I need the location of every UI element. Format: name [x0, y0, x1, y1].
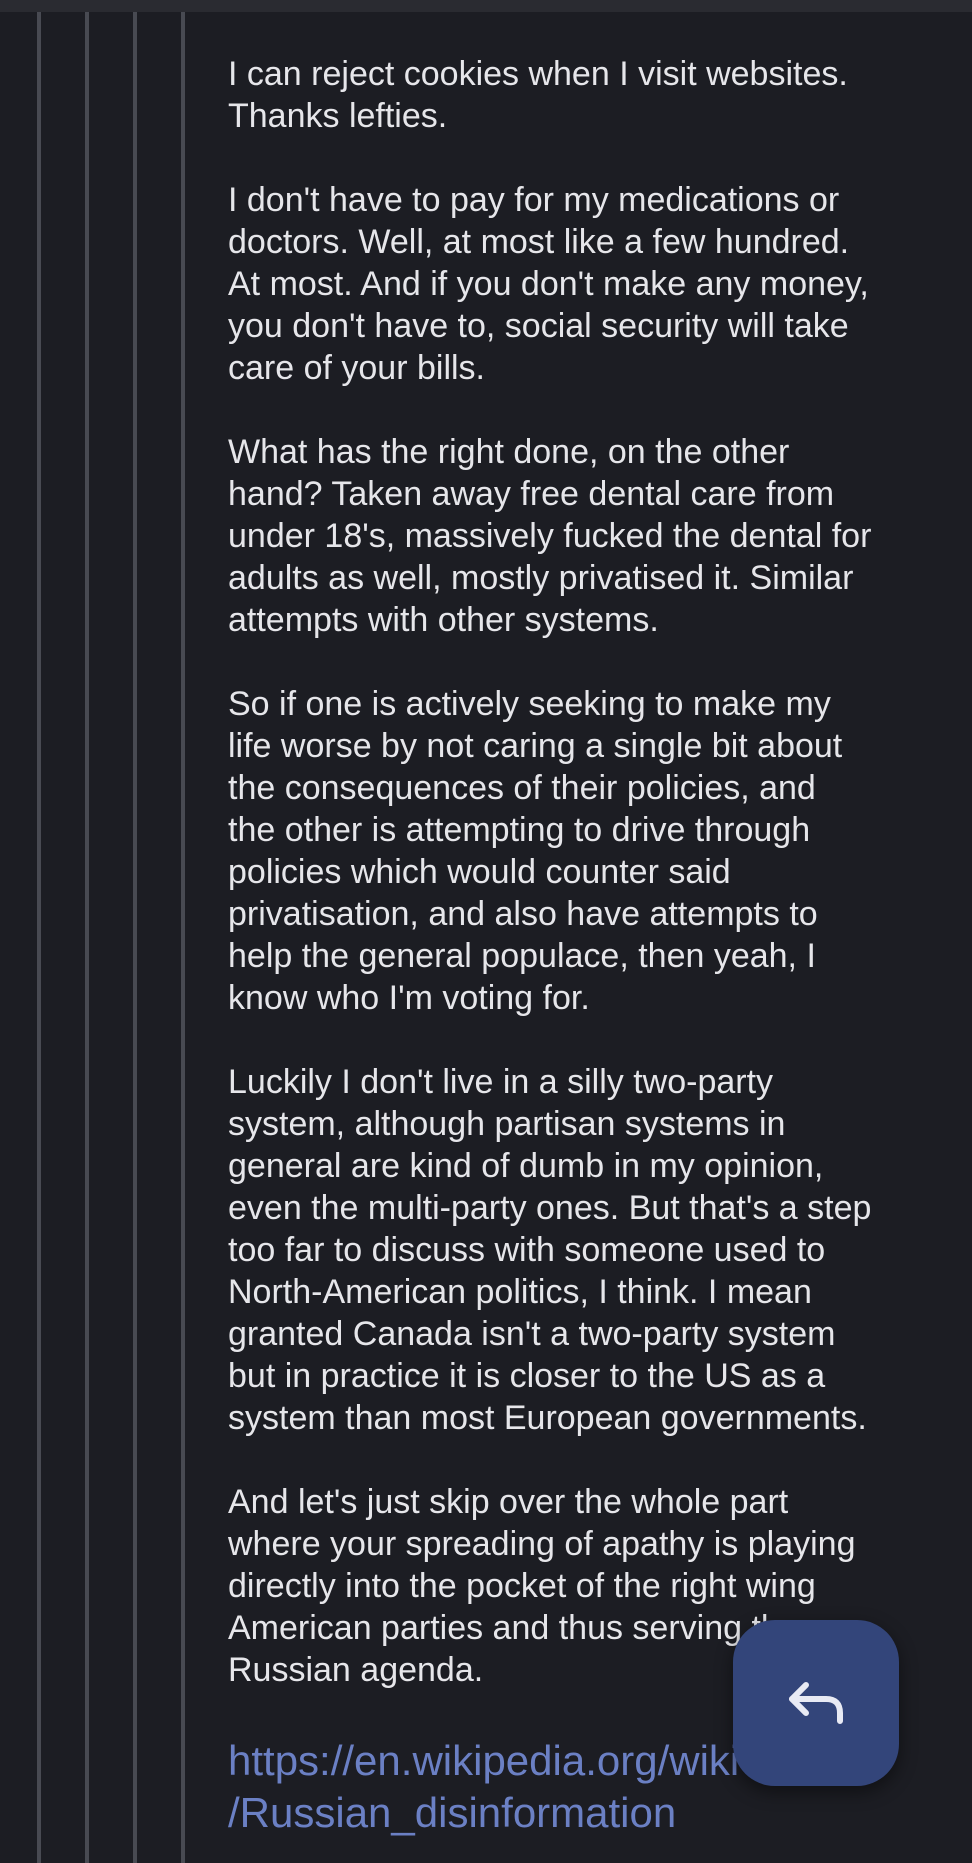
reply-button[interactable] — [733, 1620, 899, 1786]
comment-paragraph: Luckily I don't live in a silly two-part… — [228, 1063, 872, 1437]
thread-indent-line-2[interactable] — [85, 12, 89, 1863]
comment-body: I can reject cookies when I visit websit… — [228, 53, 928, 1733]
comment-paragraph: I don't have to pay for my medications o… — [228, 181, 869, 387]
comment-paragraph: I can reject cookies when I visit websit… — [228, 55, 848, 135]
thread-indent-line-1[interactable] — [37, 12, 41, 1863]
comment-paragraph: So if one is actively seeking to make my… — [228, 685, 843, 1017]
thread-indent-line-3[interactable] — [133, 12, 137, 1863]
top-status-strip — [0, 0, 972, 12]
comment-paragraph: What has the right done, on the other ha… — [228, 433, 872, 639]
thread-indent-line-4[interactable] — [181, 12, 185, 1863]
reply-arrow-icon — [788, 1681, 844, 1725]
